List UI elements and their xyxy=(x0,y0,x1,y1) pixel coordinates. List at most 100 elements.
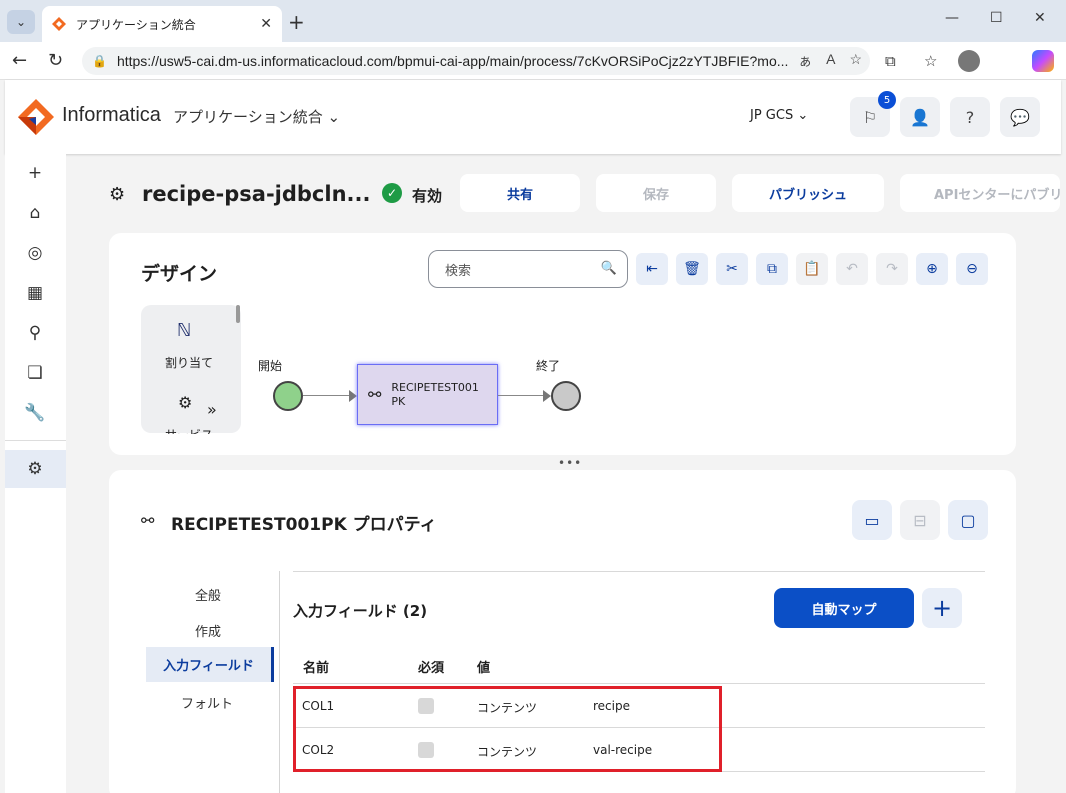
back-icon[interactable]: ← xyxy=(12,50,27,71)
column-header-value: 値 xyxy=(477,661,491,676)
browser-tab-bar: ⌄ アプリケーション統合 ✕ + — ☐ ✕ xyxy=(0,0,1066,42)
org-label: JP GCS xyxy=(750,108,794,123)
connector-arrow xyxy=(349,390,357,402)
assignment-icon[interactable]: ℕ xyxy=(177,320,191,341)
end-node[interactable] xyxy=(551,381,581,411)
process-title: recipe-psa-jdbcln... xyxy=(142,182,371,206)
palette-assign-label[interactable]: 割り当て xyxy=(165,354,213,371)
redo-icon[interactable]: ↷ xyxy=(876,253,908,285)
help-button[interactable]: ? xyxy=(950,97,990,137)
process-graph-icon[interactable]: ⚲ xyxy=(23,321,47,345)
catalog-icon[interactable]: ❏ xyxy=(23,361,47,385)
help-icon: ? xyxy=(965,107,975,127)
search-input[interactable]: 検索 🔍 xyxy=(428,250,628,288)
minimize-icon[interactable]: — xyxy=(945,10,959,26)
nav-fault[interactable]: フォルト xyxy=(181,693,233,712)
tab-list-dropdown[interactable]: ⌄ xyxy=(7,10,35,34)
copilot-icon[interactable] xyxy=(1032,50,1054,72)
browser-tab-title: アプリケーション統合 xyxy=(76,17,196,32)
share-button[interactable]: 共有 xyxy=(460,174,580,212)
monitor-icon[interactable]: ▦ xyxy=(23,281,47,305)
step-name-line1: RECIPETEST001 xyxy=(391,380,479,394)
refresh-icon[interactable]: ↻ xyxy=(48,50,63,71)
informatica-logo-icon xyxy=(18,99,54,135)
wrench-icon[interactable]: 🔧 xyxy=(23,401,47,425)
properties-title: RECIPETEST001PK プロパティ xyxy=(171,515,437,535)
zoom-in-icon[interactable]: ⊕ xyxy=(916,253,948,285)
palette-scrollbar[interactable] xyxy=(236,305,240,323)
nav-input-fields[interactable]: 入力フィールド xyxy=(146,647,274,682)
user-button[interactable]: 👤 xyxy=(900,97,940,137)
save-button[interactable]: 保存 xyxy=(596,174,716,212)
jump-to-start-icon[interactable]: ⇤ xyxy=(636,253,668,285)
brand-name: Informatica xyxy=(62,104,161,126)
maximize-panel-icon[interactable]: ▢ xyxy=(948,500,988,540)
browser-address-bar: ← ↻ 🔒 https://usw5-cai.dm-us.informatica… xyxy=(0,42,1066,80)
dock-bottom-icon[interactable]: ▭ xyxy=(852,500,892,540)
step-name-line2: PK xyxy=(391,394,406,408)
chevron-down-icon: ⌄ xyxy=(797,108,809,123)
service-step-node[interactable]: ⚯ RECIPETEST001 PK xyxy=(357,364,498,425)
notifications-button[interactable]: ⚐ 5 xyxy=(850,91,896,137)
connector-line xyxy=(498,395,543,396)
palette-service-label[interactable]: サービス xyxy=(165,426,213,434)
connector-arrow xyxy=(543,390,551,402)
copy-icon[interactable]: ⧉ xyxy=(756,253,788,285)
start-node[interactable] xyxy=(273,381,303,411)
url-field[interactable]: 🔒 https://usw5-cai.dm-us.informaticaclou… xyxy=(82,47,870,75)
notification-badge: 5 xyxy=(878,91,896,109)
new-tab-icon[interactable]: + xyxy=(288,10,305,34)
nav-divider xyxy=(279,571,280,793)
status-label: 有効 xyxy=(412,187,443,205)
cut-icon[interactable]: ✂ xyxy=(716,253,748,285)
close-tab-icon[interactable]: ✕ xyxy=(260,16,272,32)
add-icon[interactable]: + xyxy=(23,161,47,185)
zoom-out-icon[interactable]: ⊖ xyxy=(956,253,988,285)
nav-create[interactable]: 作成 xyxy=(195,621,221,640)
lock-icon: 🔒 xyxy=(92,54,107,68)
extensions-icon[interactable]: ⧉ xyxy=(885,52,896,70)
service-gears-icon[interactable]: ⚙ xyxy=(178,393,192,412)
maximize-icon[interactable]: ☐ xyxy=(990,10,1003,26)
url-text: https://usw5-cai.dm-us.informaticacloud.… xyxy=(116,53,789,69)
content-divider xyxy=(293,571,985,572)
org-switcher[interactable]: JP GCS ⌄ xyxy=(750,108,808,123)
column-header-name: 名前 xyxy=(303,661,330,676)
split-view-icon[interactable]: ⊟ xyxy=(900,500,940,540)
delete-icon[interactable]: 🗑 xyxy=(676,253,708,285)
add-field-button[interactable]: + xyxy=(922,588,962,628)
chevron-down-icon: ⌄ xyxy=(327,108,341,126)
nav-general[interactable]: 全般 xyxy=(195,585,221,604)
home-icon[interactable]: ⌂ xyxy=(23,201,47,225)
favorites-icon[interactable]: ☆ xyxy=(924,52,937,70)
favorite-star-icon[interactable]: ☆ xyxy=(849,51,862,71)
search-icon: 🔍 xyxy=(600,261,617,276)
plus-icon: + xyxy=(931,594,953,622)
table-header-divider xyxy=(293,683,985,684)
translate-icon[interactable]: ぁ xyxy=(798,51,812,71)
end-label: 終了 xyxy=(536,359,561,373)
expand-palette-icon[interactable]: » xyxy=(207,400,217,419)
auto-map-button[interactable]: 自動マップ xyxy=(774,588,914,628)
flag-icon: ⚐ xyxy=(862,107,878,127)
chat-button[interactable]: 💬 xyxy=(1000,97,1040,137)
app-switcher[interactable]: アプリケーション統合 ⌄ xyxy=(173,106,340,127)
search-placeholder: 検索 xyxy=(445,263,472,279)
paste-icon[interactable]: 📋 xyxy=(796,253,828,285)
publish-button[interactable]: パブリッシュ xyxy=(732,174,884,212)
undo-icon[interactable]: ↶ xyxy=(836,253,868,285)
column-header-required: 必須 xyxy=(418,661,445,676)
profile-avatar[interactable] xyxy=(958,50,980,72)
process-gears-icon[interactable]: ⚙ xyxy=(23,457,47,481)
read-aloud-icon[interactable]: A xyxy=(826,51,835,71)
input-fields-title: 入力フィールド (2) xyxy=(293,602,428,620)
api-center-button[interactable]: APIセンターにパブリ xyxy=(900,174,1060,212)
app-header: Informatica アプリケーション統合 ⌄ JP GCS ⌄ ⚐ 5 👤 … xyxy=(5,80,1061,154)
status-check-icon: ✓ xyxy=(382,183,402,203)
informatica-favicon-icon xyxy=(52,17,66,31)
close-window-icon[interactable]: ✕ xyxy=(1034,10,1046,26)
explore-compass-icon[interactable]: ◎ xyxy=(23,241,47,265)
browser-tab[interactable]: アプリケーション統合 ✕ xyxy=(42,6,282,42)
user-icon: 👤 xyxy=(910,107,930,127)
panel-resize-handle[interactable]: ••• xyxy=(558,456,582,470)
